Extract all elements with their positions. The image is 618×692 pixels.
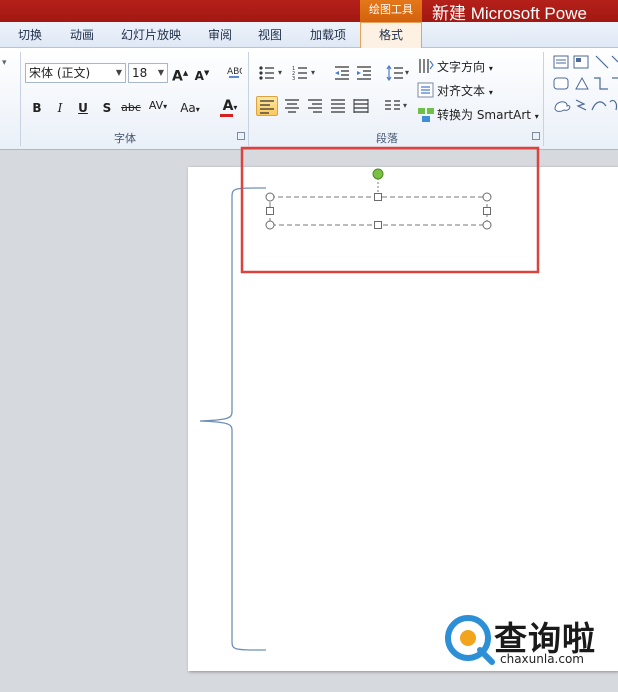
curly-brace-shape (199, 187, 267, 651)
resize-handle (482, 220, 492, 230)
resize-handle (483, 207, 491, 215)
resize-handle (266, 207, 274, 215)
highlight-box (240, 146, 540, 274)
resize-handle (482, 192, 492, 202)
resize-handle (374, 193, 382, 201)
resize-handle (374, 221, 382, 229)
resize-handle (265, 192, 275, 202)
rotation-handle (372, 168, 384, 180)
resize-handle (265, 220, 275, 230)
watermark-domain: chaxunla.com (500, 652, 584, 666)
slide-overlay (199, 146, 540, 651)
selected-textbox[interactable] (265, 168, 492, 230)
